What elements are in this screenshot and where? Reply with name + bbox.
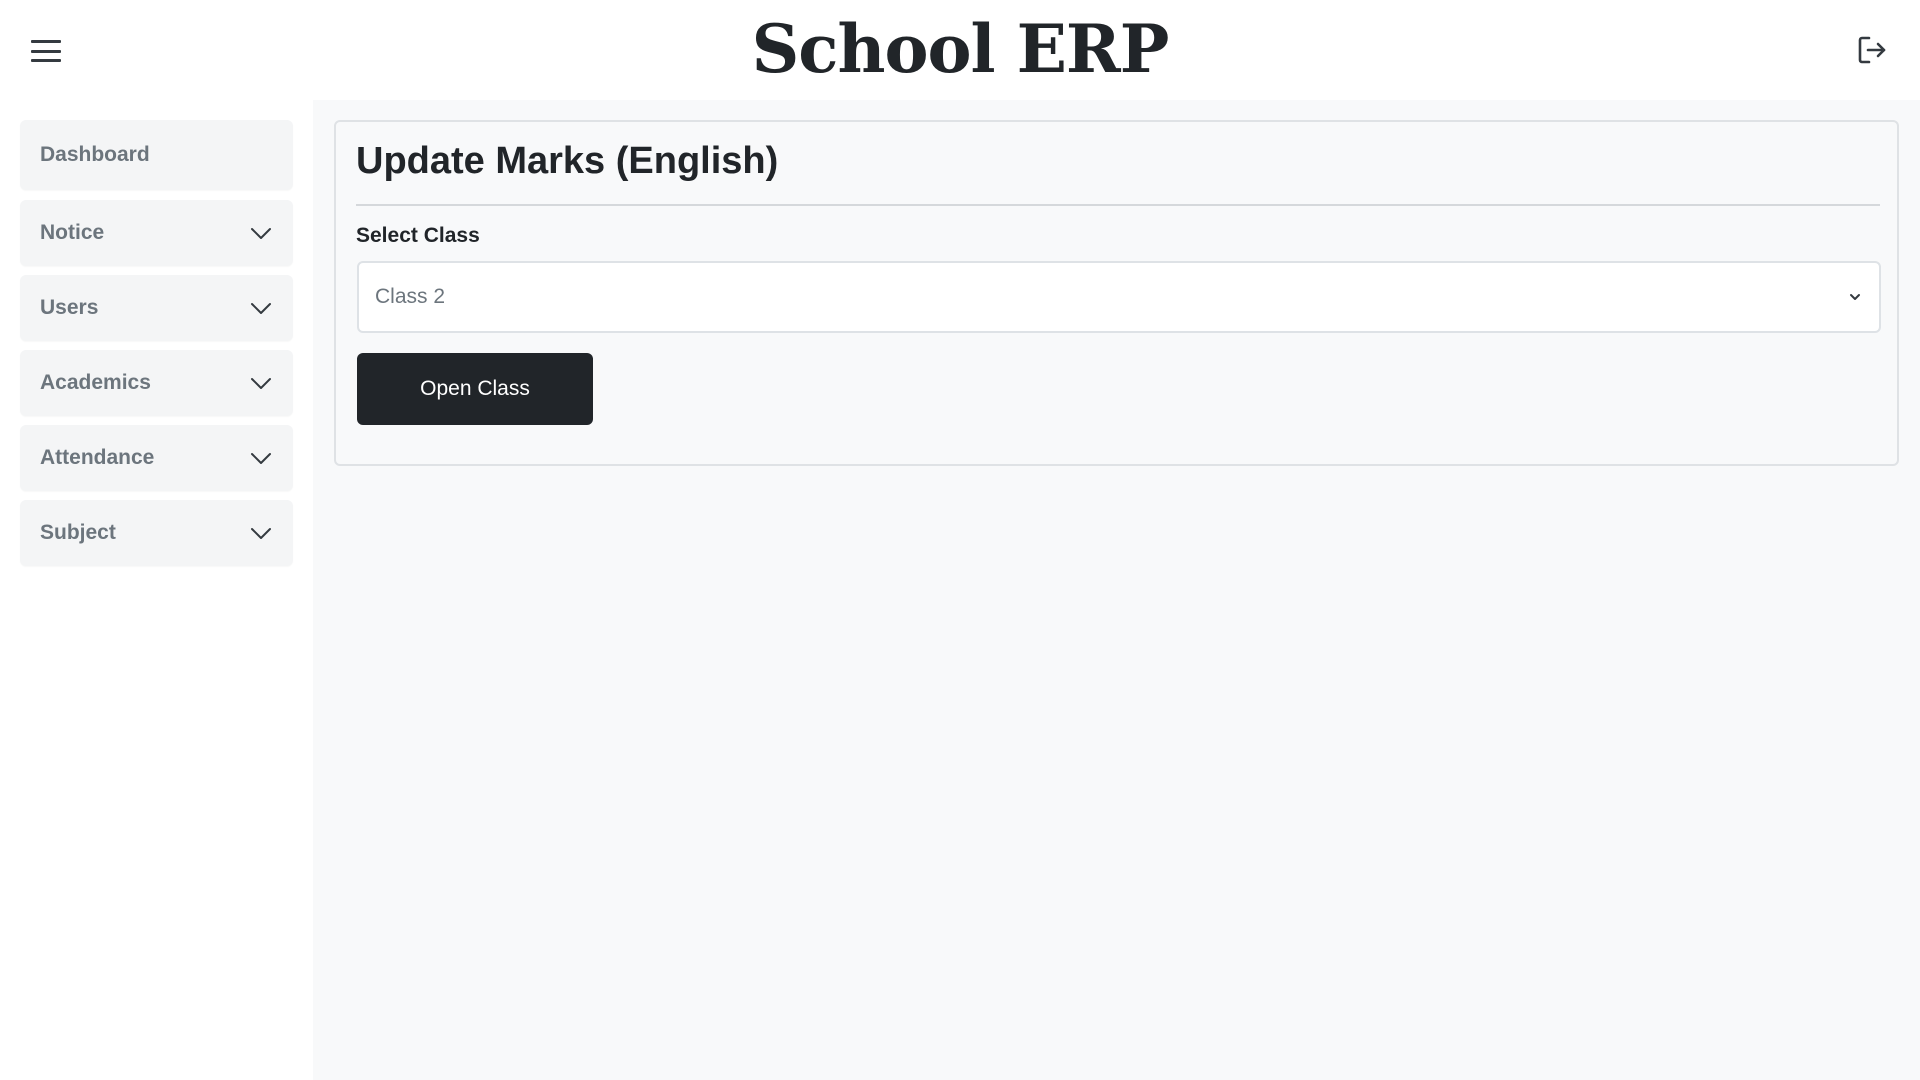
main-content: Update Marks (English) Select Class Clas… — [313, 100, 1920, 1080]
sidebar-item-label: Notice — [40, 221, 105, 244]
sidebar-item-notice[interactable]: Notice — [20, 200, 293, 266]
sidebar: Dashboard Notice Users Academics Attenda… — [0, 100, 313, 1080]
sidebar-item-label: Attendance — [40, 446, 155, 469]
sidebar-item-academics[interactable]: Academics — [20, 350, 293, 416]
sidebar-item-label: Subject — [40, 521, 116, 544]
logout-icon[interactable] — [1854, 32, 1890, 68]
page-title: Update Marks (English) — [356, 140, 779, 182]
sidebar-item-label: Users — [40, 296, 99, 319]
chevron-down-icon — [251, 303, 271, 314]
top-header: School ERP — [0, 0, 1920, 100]
sidebar-item-label: Dashboard — [40, 143, 150, 166]
chevron-down-icon — [251, 228, 271, 239]
sidebar-item-subject[interactable]: Subject — [20, 500, 293, 566]
chevron-down-icon — [1850, 294, 1860, 300]
sidebar-item-label: Academics — [40, 371, 151, 394]
open-class-button[interactable]: Open Class — [357, 353, 593, 425]
title-divider — [356, 204, 1880, 206]
update-marks-card: Update Marks (English) Select Class Clas… — [334, 120, 1899, 466]
chevron-down-icon — [251, 378, 271, 389]
sidebar-item-dashboard[interactable]: Dashboard — [20, 120, 293, 190]
class-select-value: Class 2 — [375, 285, 446, 308]
class-select[interactable]: Class 2 — [357, 261, 1881, 333]
chevron-down-icon — [251, 528, 271, 539]
select-class-label: Select Class — [356, 224, 480, 247]
chevron-down-icon — [251, 453, 271, 464]
sidebar-item-attendance[interactable]: Attendance — [20, 425, 293, 491]
sidebar-item-users[interactable]: Users — [20, 275, 293, 341]
app-title: School ERP — [751, 10, 1170, 88]
